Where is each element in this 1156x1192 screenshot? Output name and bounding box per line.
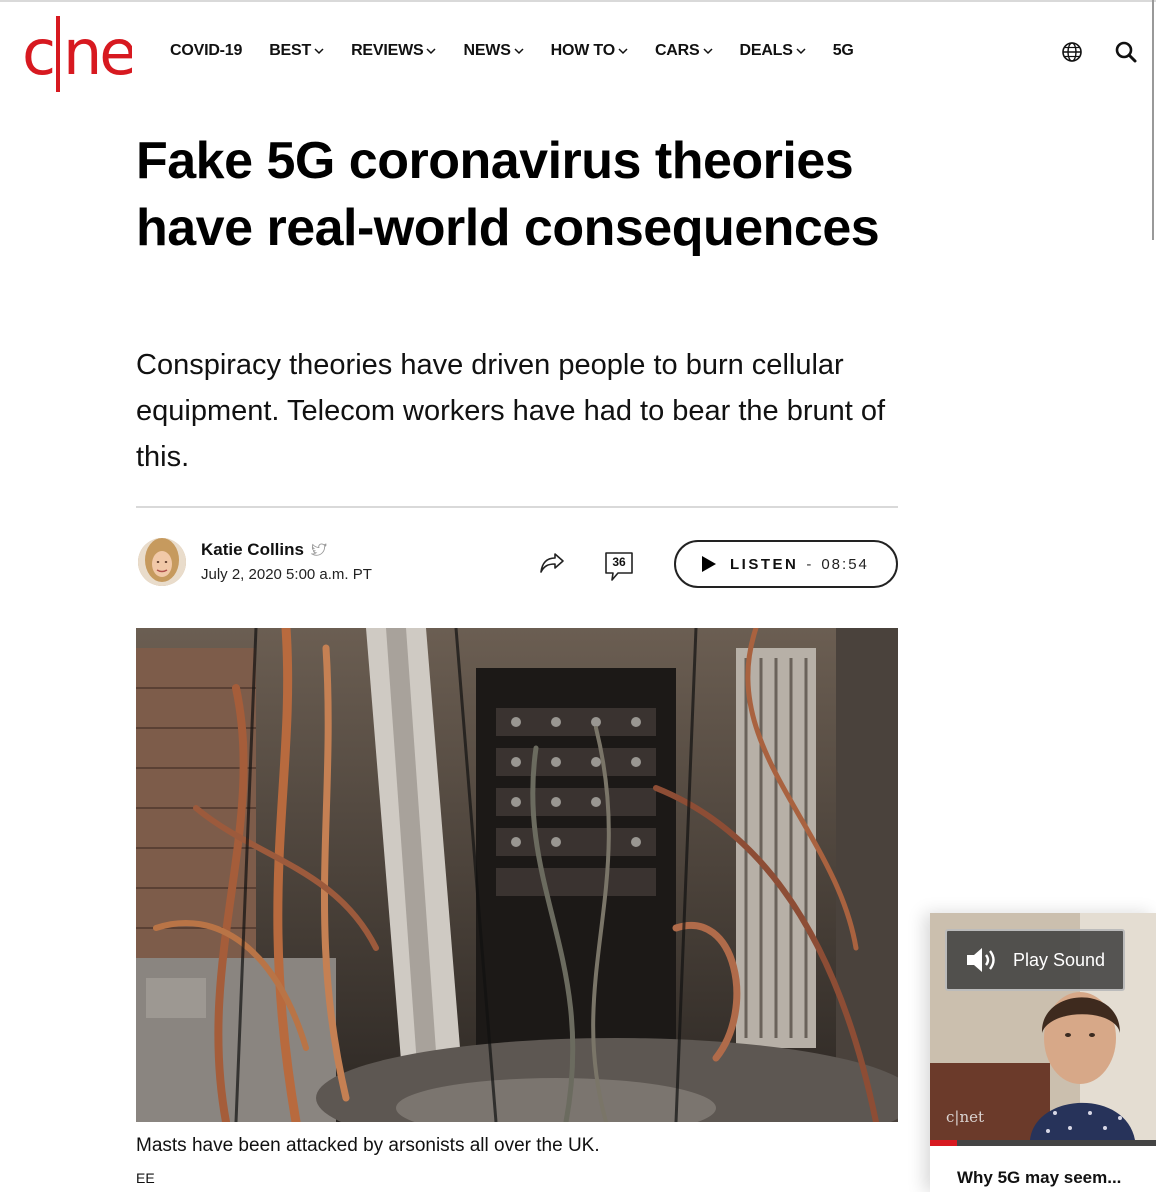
- svg-text:net: net: [63, 16, 132, 89]
- chevron-down-icon: [702, 48, 713, 55]
- author-avatar[interactable]: [138, 538, 186, 586]
- share-icon[interactable]: [538, 550, 566, 576]
- comments-button[interactable]: 36: [604, 551, 634, 583]
- nav-item-news[interactable]: NEWS: [463, 42, 524, 60]
- nav-item-cars[interactable]: CARS: [655, 42, 713, 60]
- nav-item-5g[interactable]: 5G: [833, 42, 854, 60]
- chevron-down-icon: [514, 48, 524, 55]
- main-nav: COVID-19 BEST REVIEWS NEWS HOW TO CARS D…: [170, 42, 881, 60]
- play-sound-button[interactable]: Play Sound: [945, 929, 1125, 991]
- globe-icon[interactable]: [1060, 40, 1084, 64]
- floating-video-player[interactable]: Play Sound c|net Why 5G may seem...: [930, 913, 1156, 1192]
- video-frame[interactable]: Play Sound c|net: [930, 913, 1156, 1140]
- hero-image[interactable]: [136, 628, 898, 1122]
- chevron-down-icon: [796, 48, 806, 55]
- listen-label: LISTEN: [730, 555, 799, 573]
- listen-button[interactable]: LISTEN - 08:54: [674, 540, 898, 588]
- image-credit: EE: [136, 1170, 155, 1186]
- article-dek: Conspiracy theories have driven people t…: [136, 349, 886, 473]
- article-title: Fake 5G coronavirus theories have real-w…: [136, 132, 880, 257]
- cnet-logo[interactable]: c net: [22, 14, 132, 94]
- video-progress-bar[interactable]: [930, 1140, 1156, 1146]
- video-watermark: c|net: [946, 1108, 985, 1126]
- nav-item-reviews[interactable]: REVIEWS: [351, 42, 436, 60]
- chevron-down-icon: [426, 48, 436, 55]
- listen-separator: -: [806, 555, 814, 573]
- image-caption: Masts have been attacked by arsonists al…: [136, 1135, 600, 1156]
- play-icon: [702, 556, 716, 572]
- search-icon[interactable]: [1114, 40, 1138, 64]
- nav-item-deals[interactable]: DEALS: [740, 42, 806, 60]
- twitter-icon[interactable]: [310, 543, 327, 557]
- nav-item-covid[interactable]: COVID-19: [170, 42, 242, 60]
- svg-text:c: c: [22, 16, 53, 89]
- chevron-down-icon: [314, 48, 324, 55]
- author-name[interactable]: Katie Collins: [201, 540, 327, 560]
- comment-count: 36: [612, 555, 626, 569]
- site-header: c net COVID-19 BEST REVIEWS NEWS HOW TO …: [0, 0, 1156, 100]
- publish-date: July 2, 2020 5:00 a.m. PT: [201, 566, 372, 583]
- play-sound-label: Play Sound: [1013, 949, 1106, 970]
- chevron-down-icon: [618, 48, 628, 55]
- speaker-icon: [967, 948, 995, 972]
- nav-item-how-to[interactable]: HOW TO: [551, 42, 628, 60]
- divider: [136, 506, 898, 508]
- page-edge-divider: [1152, 0, 1154, 240]
- author-name-label: Katie Collins: [201, 540, 304, 559]
- video-progress-fill: [930, 1140, 958, 1146]
- listen-duration: 08:54: [821, 555, 869, 573]
- nav-item-best[interactable]: BEST: [269, 42, 324, 60]
- video-title[interactable]: Why 5G may seem...: [957, 1168, 1121, 1188]
